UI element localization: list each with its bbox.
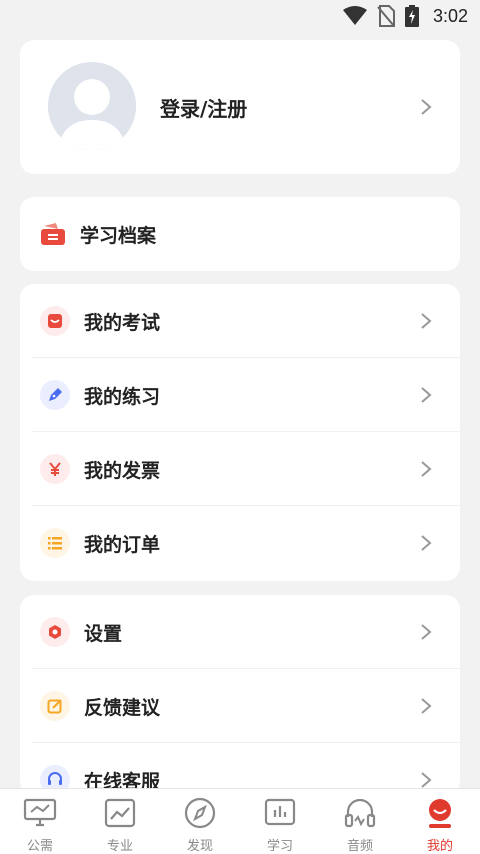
menu-item-my-order[interactable]: 我的订单 [20,506,460,580]
default-avatar-icon [48,62,136,150]
practice-icon [40,380,70,410]
menu-item-label: 设置 [84,623,123,645]
menu-item-label: 我的发票 [84,460,161,482]
battery-charging-icon [404,5,419,27]
menu-item-my-invoice[interactable]: 我的发票 [20,432,460,506]
menu-item-label: 反馈建议 [84,697,161,719]
learning-archive-card[interactable]: 学习档案 [20,197,460,271]
chevron-right-icon [421,313,432,329]
nav-tab-public[interactable]: 公需 [0,789,80,854]
settings-icon [40,617,70,647]
bottom-nav: 公需 专业 发现 学习 音频 我的 [0,788,480,854]
menu-item-label: 我的订单 [84,534,161,556]
learning-archive-label: 学习档案 [80,225,157,247]
profile-card[interactable]: 登录/注册 [20,40,460,174]
nav-label: 公需 [26,839,53,854]
invoice-icon [40,454,70,484]
nav-label: 发现 [186,839,213,854]
nav-label: 音频 [346,839,373,854]
chevron-right-icon [421,99,432,115]
nav-tab-discover[interactable]: 发现 [160,789,240,854]
nav-label: 专业 [106,839,133,854]
nav-tab-audio[interactable]: 音频 [320,789,400,854]
chevron-right-icon [421,698,432,714]
chevron-right-icon [421,772,432,788]
chevron-right-icon [421,535,432,551]
nav-tab-mine[interactable]: 我的 [400,789,480,854]
monitor-icon [22,797,58,829]
menu-item-my-exam[interactable]: 我的考试 [20,284,460,358]
login-register-link[interactable]: 登录/注册 [160,93,247,122]
status-bar: 3:02 [0,0,480,32]
headphones-icon [342,797,378,829]
chevron-right-icon [421,624,432,640]
menu-item-label: 我的考试 [84,312,161,334]
compass-icon [182,797,218,829]
menu-item-settings[interactable]: 设置 [20,595,460,669]
status-time: 3:02 [432,5,468,26]
no-sim-icon [377,5,395,27]
nav-tab-major[interactable]: 专业 [80,789,160,854]
study-icon [262,797,298,829]
nav-label: 我的 [426,839,453,854]
wifi-icon [342,6,367,25]
feedback-icon [40,691,70,721]
exam-icon [40,306,70,336]
order-icon [40,528,70,558]
trend-icon [102,797,138,829]
profile-icon [422,797,458,829]
nav-label: 学习 [266,839,293,854]
menu-group-support: 设置 反馈建议 在线客服 [20,595,460,795]
archive-icon [41,223,65,245]
menu-item-feedback[interactable]: 反馈建议 [20,669,460,743]
nav-tab-study[interactable]: 学习 [240,789,320,854]
menu-item-my-practice[interactable]: 我的练习 [20,358,460,432]
chevron-right-icon [421,461,432,477]
avatar[interactable] [48,62,136,150]
chevron-right-icon [421,387,432,403]
menu-item-label: 我的练习 [84,386,161,408]
menu-group-account: 我的考试 我的练习 我的发票 我的订单 [20,284,460,581]
